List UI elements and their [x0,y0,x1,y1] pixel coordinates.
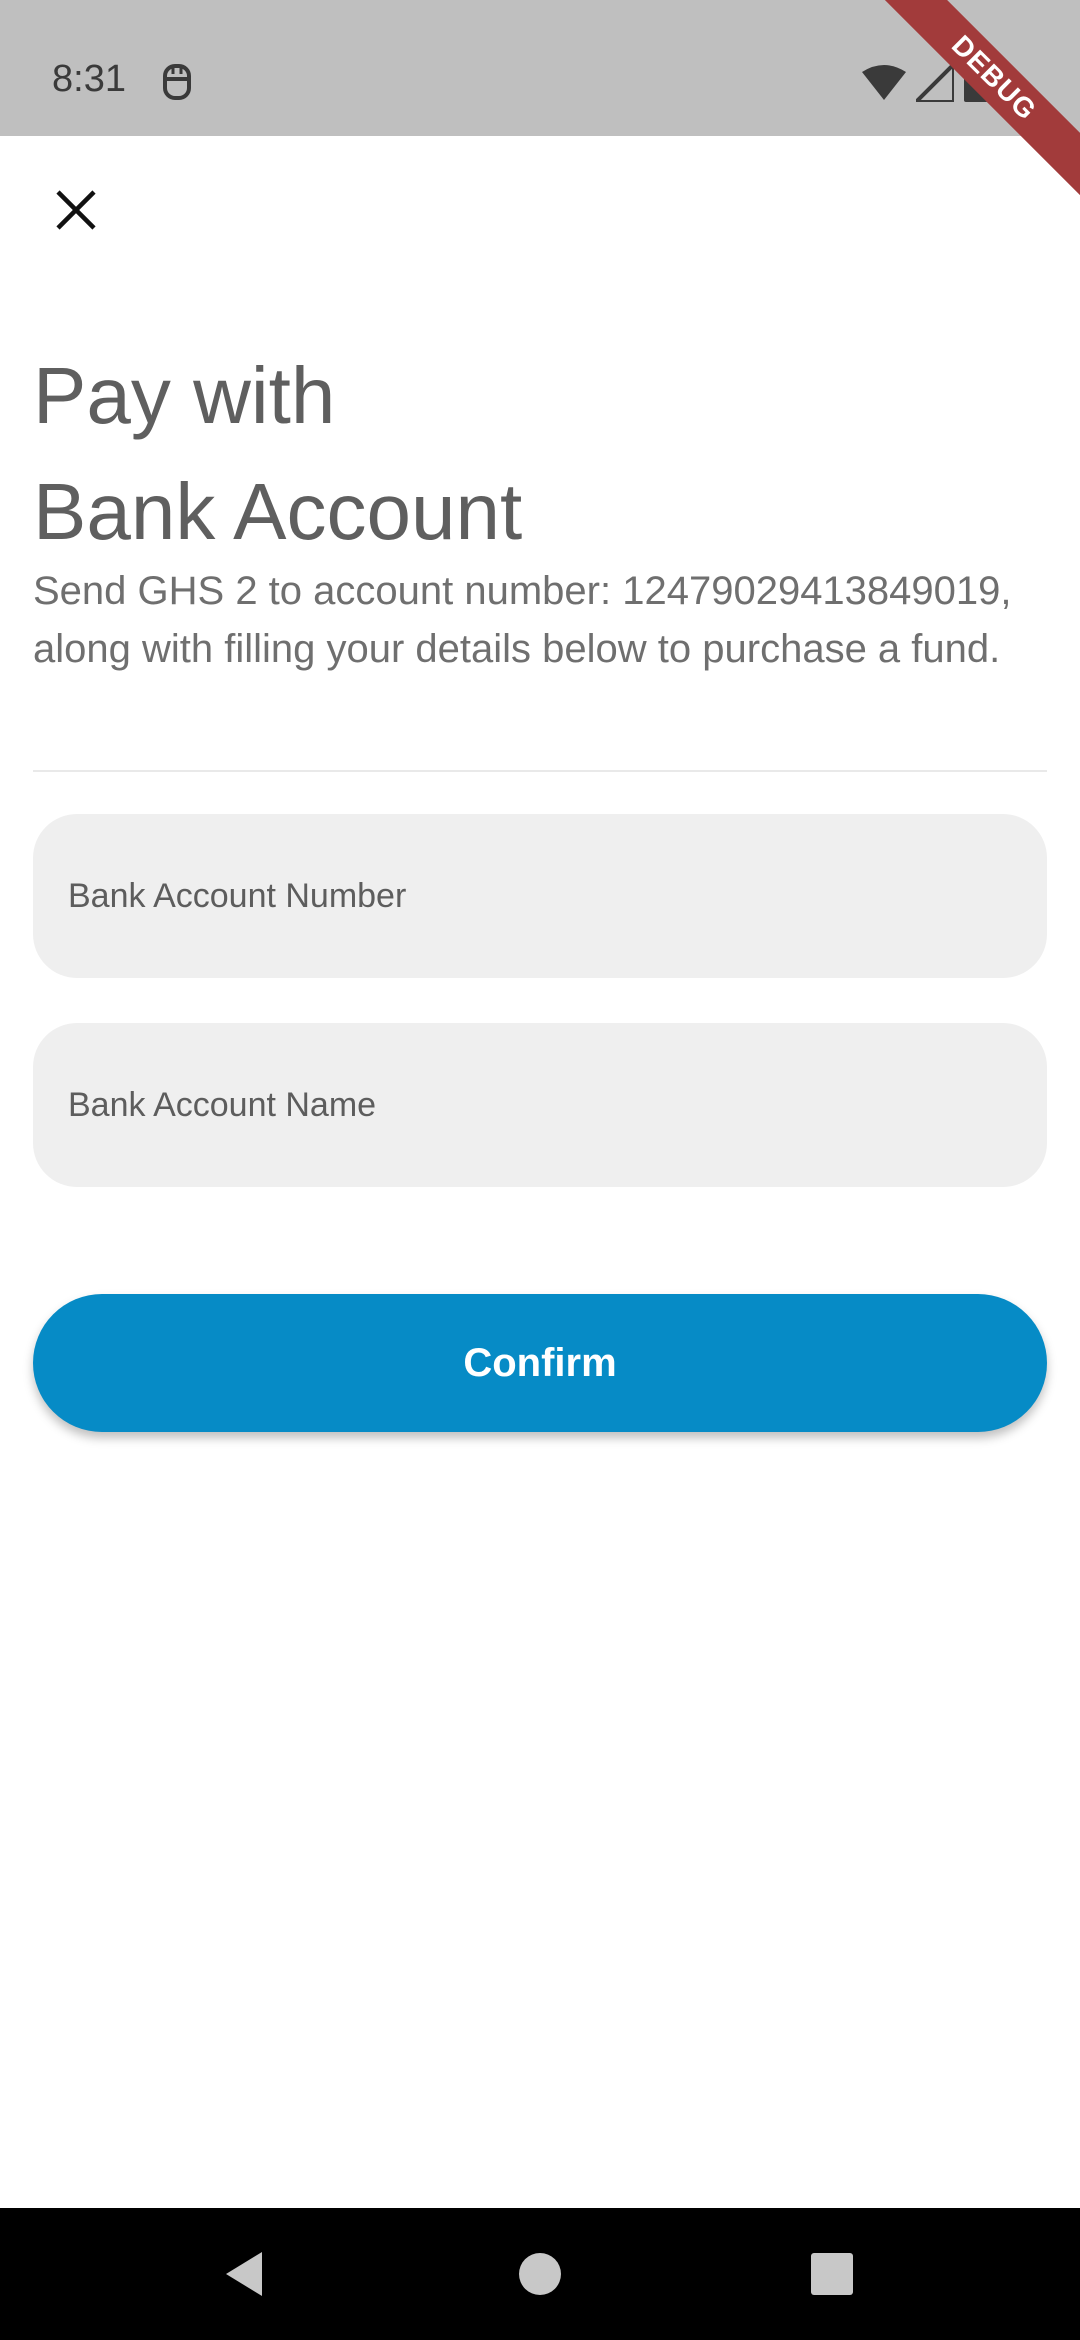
page-title: Pay with Bank Account [33,338,1033,570]
app-notification-icon [163,64,191,100]
bank-account-number-field[interactable] [33,814,1047,978]
confirm-button[interactable]: Confirm [33,1294,1047,1432]
close-icon [56,190,96,230]
bank-account-name-field[interactable] [33,1023,1047,1187]
close-button[interactable] [44,178,108,242]
bank-account-number-input[interactable] [66,875,1047,917]
page-title-line-2: Bank Account [33,467,523,556]
recents-icon [811,2253,853,2295]
back-icon [226,2252,262,2296]
nav-recents-button[interactable] [772,2208,892,2340]
payment-instructions: Send GHS 2 to account number: 1247902941… [33,569,1012,671]
home-icon [519,2253,561,2295]
status-time: 8:31 [52,58,126,100]
system-nav-bar [0,2208,1080,2340]
bank-account-name-input[interactable] [66,1084,1047,1126]
page-title-line-1: Pay with [33,351,336,440]
wifi-icon [862,65,906,100]
nav-home-button[interactable] [480,2208,600,2340]
status-bar: 8:31 DEBUG [0,0,1080,200]
nav-back-button[interactable] [184,2208,304,2340]
cell-signal-icon [916,64,954,102]
divider [33,770,1047,772]
